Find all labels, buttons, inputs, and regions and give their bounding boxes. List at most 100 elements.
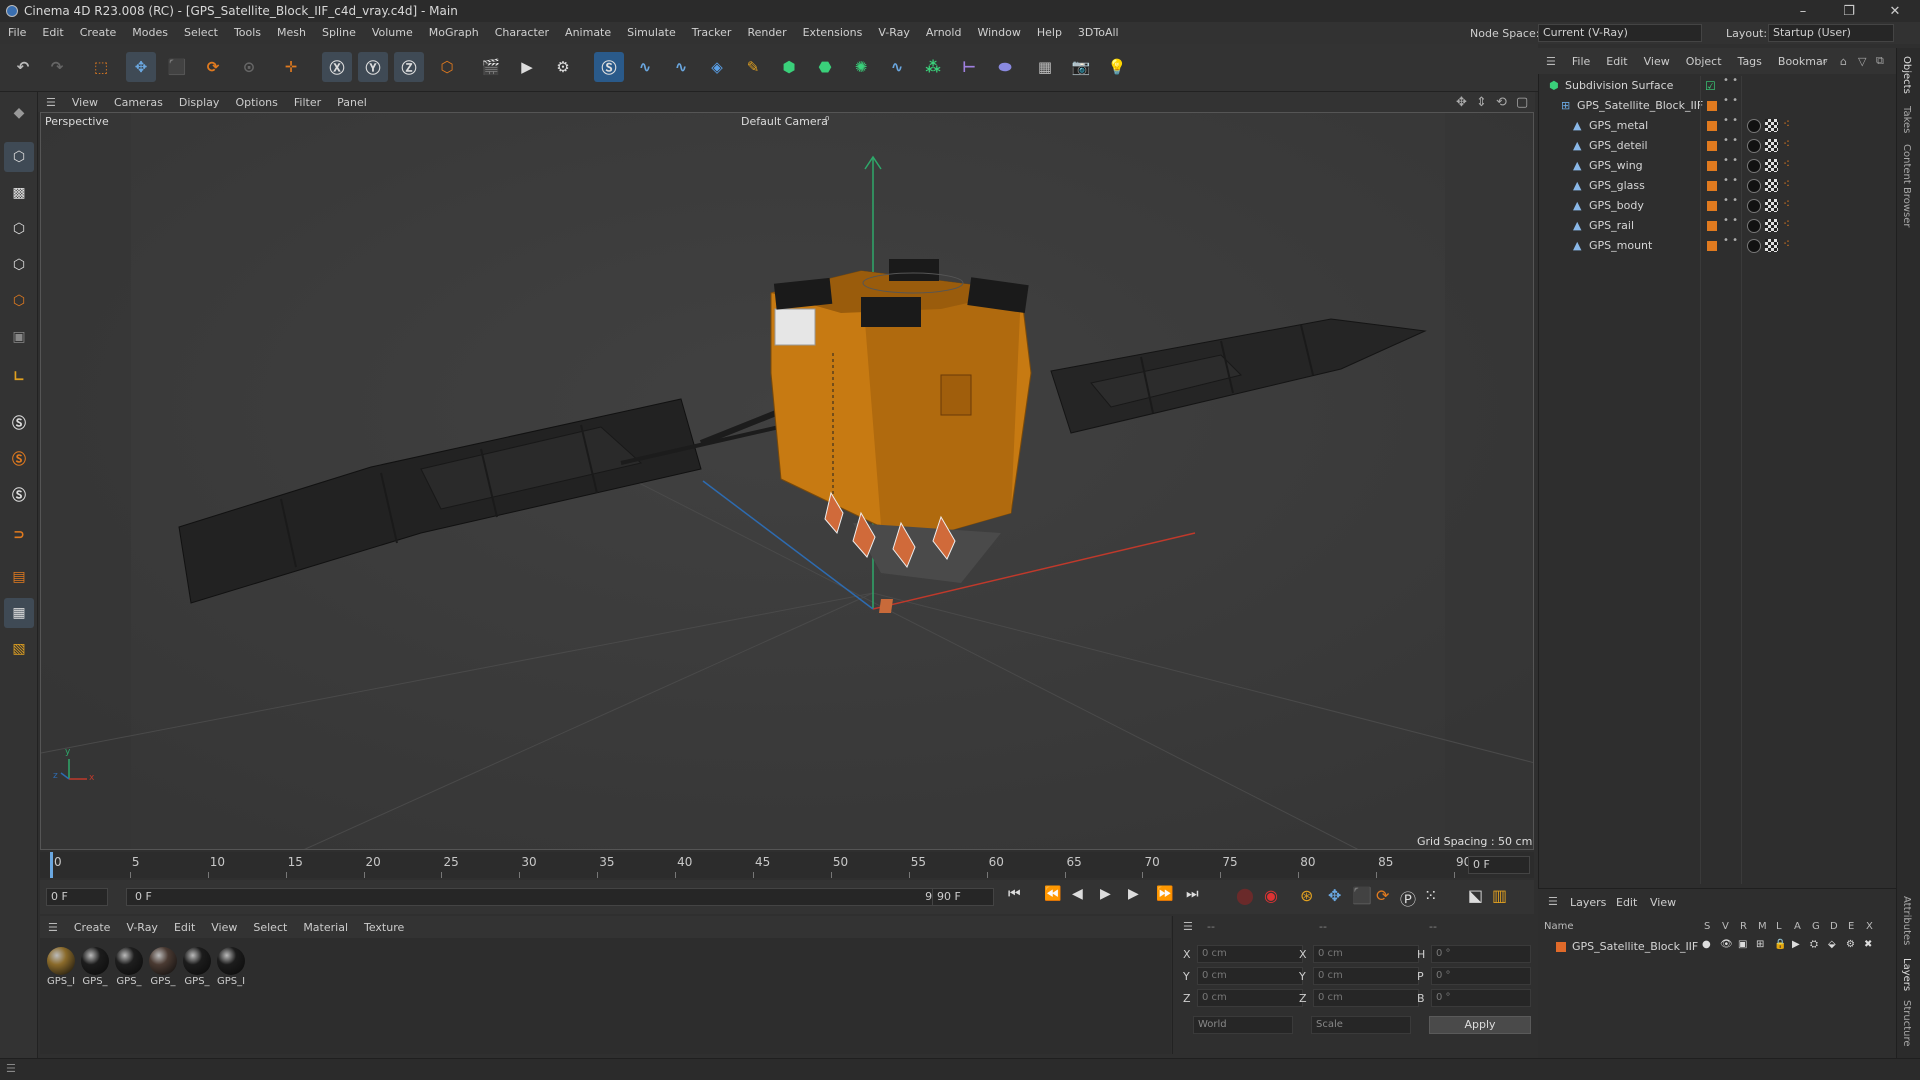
layer-column-header[interactable]: G — [1812, 921, 1820, 932]
coordinate-system-icon[interactable]: ⬡ — [432, 52, 462, 82]
previous-key-icon[interactable]: ⏪ — [1044, 886, 1061, 902]
python-generator-icon[interactable]: ∿ — [882, 52, 912, 82]
object-menu-view[interactable]: View — [1636, 55, 1678, 68]
coord-pos-y-field[interactable]: 0 cm — [1197, 967, 1303, 985]
layer-column-header[interactable]: V — [1722, 921, 1729, 932]
grid-workplane-icon[interactable]: ▦ — [4, 598, 34, 628]
coord-size-x-field[interactable]: 0 cm — [1313, 945, 1419, 963]
phong-tag-icon[interactable]: ⁖ — [1783, 157, 1790, 171]
viewport-menu-view[interactable]: View — [64, 96, 106, 109]
phong-tag-icon[interactable]: ⁖ — [1783, 177, 1790, 191]
material-swatch[interactable]: GPS_ — [80, 946, 110, 990]
timeline-layout-icon[interactable]: ▥ — [1492, 886, 1507, 905]
move-tool-icon[interactable]: ✥ — [126, 52, 156, 82]
visibility-dots-icon[interactable]: • • — [1723, 96, 1738, 106]
parameter-key-icon[interactable]: Ⓟ — [1400, 886, 1416, 910]
material-swatch[interactable]: GPS_I — [216, 946, 246, 990]
phong-tag-icon[interactable]: ⁖ — [1783, 117, 1790, 131]
cube-object-icon[interactable]: ◈ — [702, 52, 732, 82]
layer-color-icon[interactable] — [1707, 181, 1717, 191]
layer-manager-icon[interactable]: ⊞ — [1756, 939, 1764, 950]
menu-window[interactable]: Window — [969, 22, 1028, 44]
locked-workplane-icon[interactable]: ▧ — [4, 634, 34, 664]
menu-arnold[interactable]: Arnold — [918, 22, 970, 44]
object-new-window-icon[interactable]: ⧉ — [1876, 54, 1884, 68]
tab-objects[interactable]: Objects — [1901, 56, 1912, 94]
snap-icon[interactable]: Ⓢ — [4, 408, 34, 438]
end-frame-field[interactable]: 90 F — [932, 888, 994, 906]
menu-tools[interactable]: Tools — [226, 22, 269, 44]
layer-color-icon[interactable] — [1707, 241, 1717, 251]
object-menu-file[interactable]: File — [1564, 55, 1598, 68]
layer-column-header[interactable]: R — [1740, 921, 1747, 932]
visibility-dots-icon[interactable]: • • — [1723, 116, 1738, 126]
viewport-hamburger-icon[interactable]: ☰ — [38, 96, 64, 109]
uvw-tag-icon[interactable] — [1765, 219, 1778, 232]
close-button[interactable]: ✕ — [1872, 0, 1918, 22]
live-selection-icon[interactable]: ⬚ — [86, 52, 116, 82]
layer-visible-icon[interactable]: 👁 — [1720, 939, 1733, 950]
coordinates-hamburger-icon[interactable]: ☰ — [1183, 920, 1193, 933]
uvw-tag-icon[interactable] — [1765, 179, 1778, 192]
material-menu-view[interactable]: View — [203, 921, 245, 934]
phong-tag-icon[interactable]: ⁖ — [1783, 137, 1790, 151]
apply-button[interactable]: Apply — [1429, 1016, 1531, 1034]
recent-tool-icon[interactable]: ⊙ — [234, 52, 264, 82]
menu-edit[interactable]: Edit — [34, 22, 71, 44]
object-row[interactable]: ▲ GPS_deteil • • ⁖ — [1539, 136, 1897, 156]
menu-tracker[interactable]: Tracker — [684, 22, 740, 44]
menu-vray[interactable]: V-Ray — [870, 22, 918, 44]
layer-column-header[interactable]: Name — [1544, 921, 1574, 932]
uvw-tag-icon[interactable] — [1765, 239, 1778, 252]
playhead[interactable] — [50, 852, 53, 878]
object-filter-icon[interactable]: ▽ — [1858, 55, 1866, 68]
menu-extensions[interactable]: Extensions — [795, 22, 871, 44]
viewport-pan-icon[interactable]: ✥ — [1456, 95, 1467, 110]
layer-color-icon[interactable] — [1707, 201, 1717, 211]
scale-tool-icon[interactable]: ⬛ — [162, 52, 192, 82]
tab-layers[interactable]: Layers — [1901, 958, 1912, 991]
object-row[interactable]: ▲ GPS_metal • • ⁖ — [1539, 116, 1897, 136]
menu-help[interactable]: Help — [1029, 22, 1070, 44]
node-space-dropdown[interactable]: Current (V-Ray) — [1538, 24, 1702, 42]
x-axis-lock-icon[interactable]: Ⓧ — [322, 52, 352, 82]
object-hamburger-icon[interactable]: ☰ — [1538, 55, 1564, 68]
record-keys-icon[interactable]: ⬤ — [1236, 886, 1254, 905]
coord-pos-z-field[interactable]: 0 cm — [1197, 989, 1303, 1007]
material-swatch[interactable]: GPS_I — [46, 946, 76, 990]
current-frame-field[interactable]: 0 F — [1468, 856, 1530, 874]
object-row[interactable]: ▲ GPS_body • • ⁖ — [1539, 196, 1897, 216]
perspective-viewport[interactable]: Perspective Default Camera ⁰ Grid Spacin… — [40, 112, 1534, 850]
layer-menu-layers[interactable]: Layers — [1570, 896, 1606, 909]
autokey-icon[interactable]: ◉ — [1264, 886, 1278, 905]
rotation-key-icon[interactable]: ⟳ — [1376, 886, 1389, 905]
uv-mode-icon[interactable]: ▣ — [4, 322, 34, 352]
layer-column-header[interactable]: S — [1704, 921, 1710, 932]
menu-create[interactable]: Create — [72, 22, 125, 44]
tab-content-browser[interactable]: Content Browser — [1901, 144, 1912, 227]
material-menu-vray[interactable]: V-Ray — [118, 921, 166, 934]
layer-expressions-icon[interactable]: ⚙ — [1846, 939, 1855, 950]
viewport-menu-options[interactable]: Options — [227, 96, 285, 109]
play-icon[interactable]: ▶ — [1100, 886, 1111, 902]
python-script-icon[interactable]: ∿ — [630, 52, 660, 82]
z-axis-lock-icon[interactable]: Ⓩ — [394, 52, 424, 82]
menu-mesh[interactable]: Mesh — [269, 22, 314, 44]
object-home-icon[interactable]: ⌂ — [1840, 55, 1847, 68]
layer-solo-icon[interactable]: ● — [1702, 939, 1711, 950]
material-tag-icon[interactable] — [1747, 239, 1761, 253]
layer-column-header[interactable]: L — [1776, 921, 1782, 932]
bend-deformer-icon[interactable]: ⊢ — [954, 52, 984, 82]
material-tag-icon[interactable] — [1747, 179, 1761, 193]
camera-name[interactable]: Default Camera — [741, 115, 828, 128]
phong-tag-icon[interactable]: ⁖ — [1783, 217, 1790, 231]
viewport-rotate-icon[interactable]: ⟲ — [1496, 95, 1507, 110]
visibility-dots-icon[interactable]: • • — [1723, 216, 1738, 226]
layer-column-header[interactable]: E — [1848, 921, 1854, 932]
position-key-icon[interactable]: ✥ — [1328, 886, 1341, 905]
point-level-key-icon[interactable]: ⁙ — [1424, 886, 1437, 905]
viewport-menu-cameras[interactable]: Cameras — [106, 96, 171, 109]
material-menu-create[interactable]: Create — [66, 921, 119, 934]
coord-rot-h-field[interactable]: 0 ° — [1431, 945, 1531, 963]
visibility-dots-icon[interactable]: • • — [1723, 236, 1738, 246]
